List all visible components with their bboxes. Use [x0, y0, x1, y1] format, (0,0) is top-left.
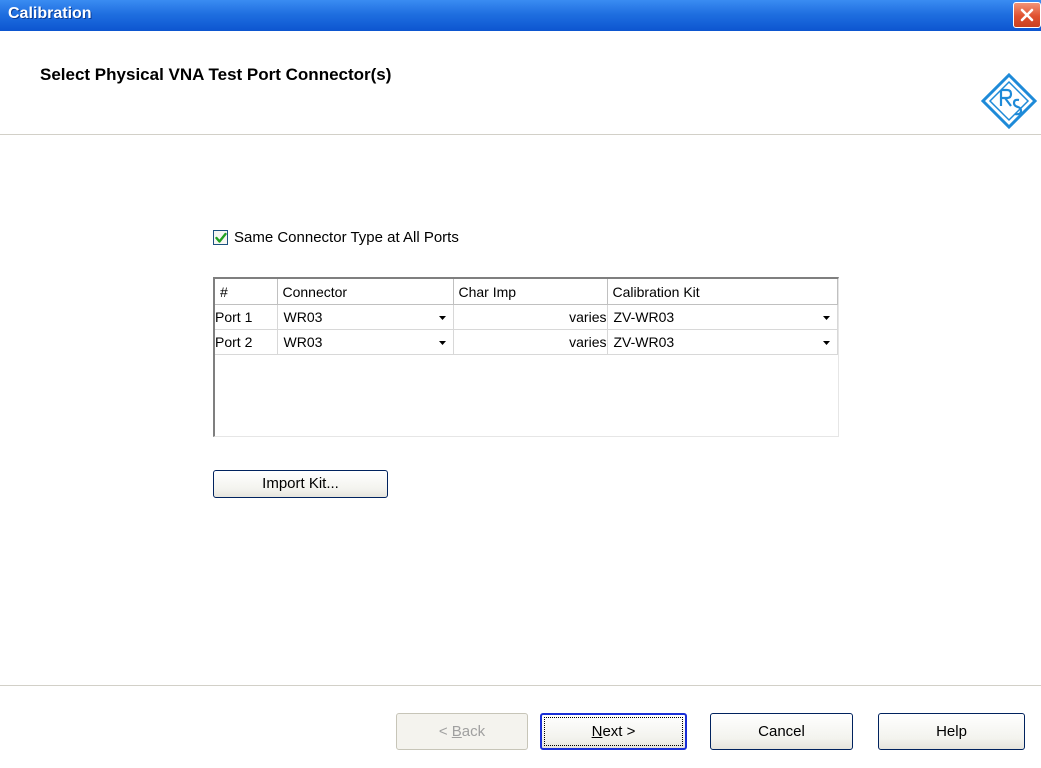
- back-label-rest: ack: [461, 723, 486, 740]
- back-prefix: <: [438, 723, 452, 740]
- table-header-row: # Connector Char Imp Calibration Kit: [215, 279, 838, 305]
- column-header-number: #: [215, 279, 278, 305]
- port-name: Port 2: [215, 329, 278, 355]
- back-button[interactable]: < Back: [396, 713, 528, 750]
- connector-dropdown[interactable]: WR03: [277, 330, 453, 354]
- cal-kit-value: ZV-WR03: [613, 308, 675, 325]
- close-button[interactable]: [1013, 2, 1041, 28]
- column-header-char-imp: Char Imp: [453, 279, 608, 305]
- cal-kit-dropdown[interactable]: ZV-WR03: [607, 330, 837, 354]
- close-icon: [1020, 8, 1034, 22]
- next-label-rest: ext >: [602, 723, 636, 740]
- column-header-connector: Connector: [277, 279, 454, 305]
- connector-value: WR03: [283, 333, 323, 350]
- next-button[interactable]: Next >: [540, 713, 687, 750]
- table-row: Port 1 WR03 varies ZV-WR03: [215, 304, 838, 330]
- dropdown-arrow-icon: [822, 315, 830, 320]
- next-focus-rect: Next >: [544, 717, 683, 746]
- cal-kit-cell: ZV-WR03: [607, 304, 838, 330]
- char-imp-value: varies: [453, 329, 608, 355]
- port-table: # Connector Char Imp Calibration Kit Por…: [215, 279, 838, 355]
- wizard-content: Same Connector Type at All Ports # Conne…: [0, 135, 1041, 685]
- connector-cell: WR03: [277, 329, 454, 355]
- connector-value: WR03: [283, 308, 323, 325]
- wizard-footer: < Back Next > Cancel Help: [0, 685, 1041, 768]
- cal-kit-dropdown[interactable]: ZV-WR03: [607, 305, 837, 329]
- table-row: Port 2 WR03 varies ZV-WR03: [215, 329, 838, 355]
- back-accelerator: B: [451, 723, 462, 740]
- cal-kit-cell: ZV-WR03: [607, 329, 838, 355]
- dropdown-arrow-icon: [822, 340, 830, 345]
- port-connector-grid: # Connector Char Imp Calibration Kit Por…: [213, 277, 839, 437]
- same-connector-label: Same Connector Type at All Ports: [234, 229, 459, 246]
- cancel-button[interactable]: Cancel: [710, 713, 853, 750]
- char-imp-value: varies: [453, 304, 608, 330]
- import-kit-button[interactable]: Import Kit...: [213, 470, 388, 498]
- column-header-calibration-kit: Calibration Kit: [607, 279, 838, 305]
- cal-kit-value: ZV-WR03: [613, 333, 675, 350]
- title-bar: Calibration: [0, 0, 1041, 31]
- same-connector-option[interactable]: Same Connector Type at All Ports: [213, 229, 459, 246]
- connector-cell: WR03: [277, 304, 454, 330]
- rohde-schwarz-logo: [981, 73, 1037, 129]
- wizard-header: Select Physical VNA Test Port Connector(…: [0, 31, 1041, 135]
- help-button[interactable]: Help: [878, 713, 1025, 750]
- checkmark-icon: [215, 232, 227, 243]
- dropdown-arrow-icon: [438, 340, 446, 345]
- same-connector-checkbox[interactable]: [213, 230, 228, 245]
- dropdown-arrow-icon: [438, 315, 446, 320]
- connector-dropdown[interactable]: WR03: [277, 305, 453, 329]
- next-accelerator: N: [591, 723, 603, 740]
- port-name: Port 1: [215, 304, 278, 330]
- page-heading: Select Physical VNA Test Port Connector(…: [40, 65, 392, 84]
- window-title: Calibration: [8, 5, 92, 22]
